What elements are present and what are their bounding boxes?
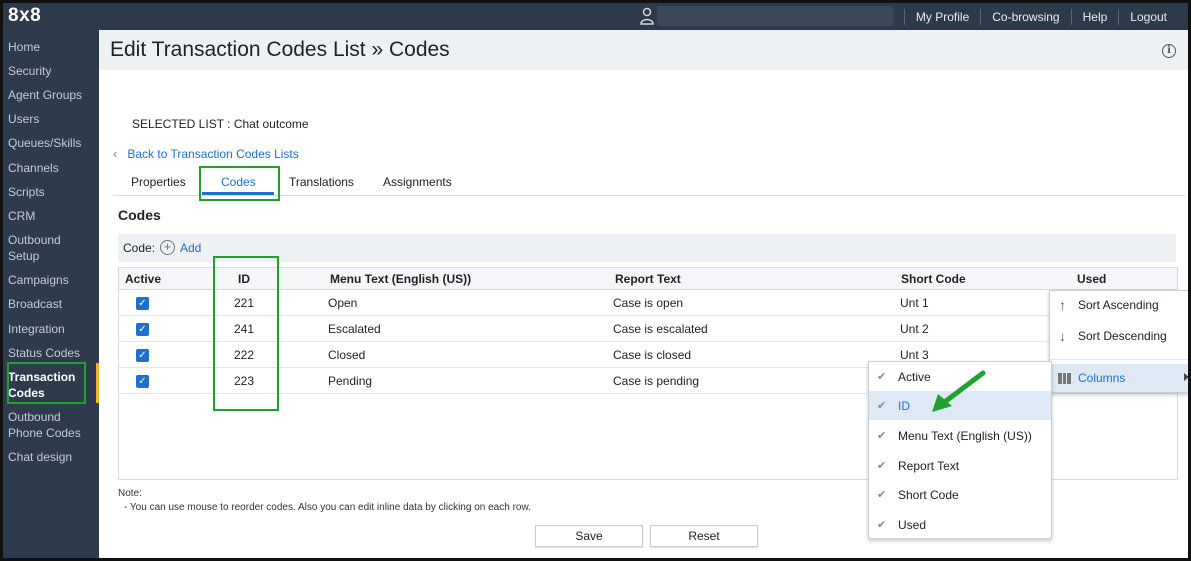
highlight-box-codes-tab (199, 166, 280, 201)
columns-item[interactable]: Columns (1050, 364, 1188, 392)
menu-divider (1050, 359, 1188, 360)
active-checkbox[interactable]: ✓ (136, 349, 149, 362)
save-button[interactable]: Save (535, 525, 643, 547)
sort-ascending-label: Sort Ascending (1078, 298, 1159, 312)
check-icon: ✔ (877, 519, 887, 531)
highlight-box-transaction-codes (7, 362, 86, 404)
cell-menu-text: Open (328, 296, 358, 310)
code-label: Code: (123, 241, 156, 255)
column-toggle-label: Used (898, 518, 927, 532)
cell-menu-text: Pending (328, 374, 373, 388)
app-window: 8x8 My Profile Co-browsing Help Logout H… (0, 0, 1191, 561)
sidebar-item-outbound-phone-codes[interactable]: Outbound Phone Codes (8, 409, 88, 441)
selected-list: SELECTED LIST : Chat outcome (132, 117, 309, 131)
chevron-left-icon: ‹ (113, 146, 118, 161)
user-name-field (657, 6, 893, 26)
sidebar-item-security[interactable]: Security (8, 63, 98, 79)
columns-label: Columns (1078, 371, 1126, 385)
sidebar-item-chat-design[interactable]: Chat design (8, 449, 98, 465)
column-toggle-report-text[interactable]: ✔ Report Text (869, 451, 1051, 480)
check-icon: ✔ (877, 430, 887, 442)
sidebar-item-agent-groups[interactable]: Agent Groups (8, 87, 98, 103)
codes-heading: Codes (118, 207, 161, 223)
annotation-arrow-icon (932, 370, 986, 412)
logo: 8x8 (8, 5, 42, 26)
chevron-right-icon (1184, 373, 1188, 381)
check-icon: ✔ (877, 460, 887, 472)
sidebar-item-outbound-setup[interactable]: Outbound Setup (8, 232, 78, 264)
cell-report-text: Case is escalated (613, 322, 708, 336)
column-header-menu-text[interactable]: Menu Text (English (US)) (330, 272, 471, 286)
check-icon: ✔ (877, 400, 887, 412)
active-checkbox[interactable]: ✓ (136, 297, 149, 310)
add-button[interactable]: Add (180, 241, 201, 255)
columns-icon (1058, 373, 1072, 384)
sidebar-item-integration[interactable]: Integration (8, 321, 98, 337)
tab-assignments[interactable]: Assignments (383, 175, 452, 189)
cell-short-code: Unt 2 (900, 322, 929, 336)
page-title: Edit Transaction Codes List » Codes (110, 38, 450, 61)
arrow-up-icon: ↑ (1059, 297, 1066, 313)
note: Note: - You can use mouse to reorder cod… (118, 487, 531, 515)
sidebar-item-broadcast[interactable]: Broadcast (8, 296, 98, 312)
sidebar-item-home[interactable]: Home (8, 39, 98, 55)
tab-properties[interactable]: Properties (131, 175, 186, 189)
cell-short-code: Unt 3 (900, 348, 929, 362)
column-toggle-menu-text[interactable]: ✔ Menu Text (English (US)) (869, 421, 1051, 450)
top-bar: 8x8 My Profile Co-browsing Help Logout (3, 3, 1188, 30)
column-toggle-label: Menu Text (English (US)) (898, 429, 1032, 443)
active-checkbox[interactable]: ✓ (136, 323, 149, 336)
my-profile-link[interactable]: My Profile (903, 8, 980, 25)
cell-report-text: Case is pending (613, 374, 700, 388)
note-title: Note: (118, 488, 142, 499)
column-toggle-label: Active (898, 370, 931, 384)
column-header-used[interactable]: Used (1077, 272, 1106, 286)
cell-menu-text: Closed (328, 348, 366, 362)
note-text: - You can use mouse to reorder codes. Al… (124, 502, 531, 513)
back-link[interactable]: ‹ Back to Transaction Codes Lists (113, 146, 299, 161)
sort-descending-label: Sort Descending (1078, 329, 1167, 343)
column-header-active[interactable]: Active (125, 272, 161, 286)
column-toggle-used[interactable]: ✔ Used (869, 510, 1051, 539)
sidebar-item-users[interactable]: Users (8, 111, 98, 127)
check-icon: ✔ (877, 489, 887, 501)
column-toggle-label: ID (898, 399, 910, 413)
cell-report-text: Case is open (613, 296, 684, 310)
page-header: Edit Transaction Codes List » Codes i (99, 30, 1188, 70)
sidebar-item-campaigns[interactable]: Campaigns (8, 272, 98, 288)
column-toggle-short-code[interactable]: ✔ Short Code (869, 480, 1051, 509)
logout-link[interactable]: Logout (1118, 8, 1178, 25)
info-icon[interactable]: i (1162, 44, 1176, 58)
sidebar-item-channels[interactable]: Channels (8, 160, 98, 176)
sidebar-item-queues-skills[interactable]: Queues/Skills (8, 135, 98, 151)
selected-list-label: SELECTED LIST (132, 117, 224, 131)
sidebar-item-crm[interactable]: CRM (8, 208, 98, 224)
selected-list-value: : Chat outcome (227, 117, 309, 131)
cell-menu-text: Escalated (328, 322, 381, 336)
cell-report-text: Case is closed (613, 348, 692, 362)
top-nav: My Profile Co-browsing Help Logout (903, 3, 1178, 30)
cell-short-code: Unt 1 (900, 296, 929, 310)
user-icon[interactable] (639, 7, 655, 25)
sort-descending-item[interactable]: ↓ Sort Descending (1050, 322, 1188, 350)
active-checkbox[interactable]: ✓ (136, 375, 149, 388)
check-icon: ✔ (877, 371, 887, 383)
arrow-down-icon: ↓ (1059, 328, 1066, 344)
reset-button[interactable]: Reset (650, 525, 758, 547)
highlight-box-id-column (213, 256, 279, 411)
tab-translations[interactable]: Translations (289, 175, 354, 189)
column-header-short-code[interactable]: Short Code (901, 272, 966, 286)
sort-ascending-item[interactable]: ↑ Sort Ascending (1050, 291, 1188, 319)
back-link-label: Back to Transaction Codes Lists (127, 146, 299, 161)
help-link[interactable]: Help (1070, 8, 1119, 25)
sidebar-item-status-codes[interactable]: Status Codes (8, 345, 98, 361)
column-toggle-label: Short Code (898, 488, 959, 502)
sidebar-item-scripts[interactable]: Scripts (8, 184, 98, 200)
add-icon[interactable]: + (160, 240, 175, 255)
column-header-report-text[interactable]: Report Text (615, 272, 681, 286)
column-context-menu: ↑ Sort Ascending ↓ Sort Descending Colum… (1049, 290, 1188, 393)
column-toggle-label: Report Text (898, 459, 960, 473)
co-browsing-link[interactable]: Co-browsing (980, 8, 1070, 25)
sidebar: Home Security Agent Groups Users Queues/… (3, 30, 99, 558)
